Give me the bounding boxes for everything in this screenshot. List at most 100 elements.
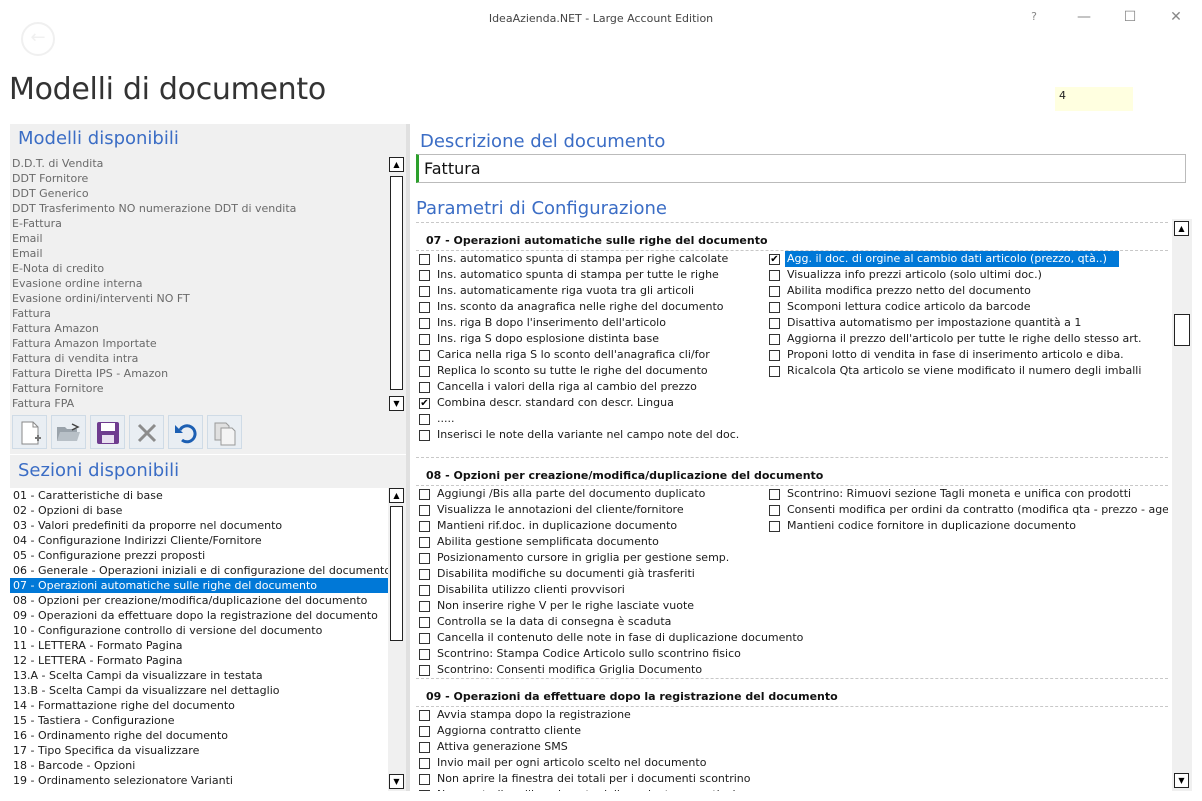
back-button[interactable]: ← xyxy=(21,22,55,56)
section-item[interactable]: 03 - Valori predefiniti da proporre nel … xyxy=(10,518,390,533)
scroll-up-icon[interactable]: ▲ xyxy=(1174,221,1189,236)
model-item[interactable]: Fattura Amazon Importate xyxy=(12,336,388,351)
section-item[interactable]: 09 - Operazioni da effettuare dopo la re… xyxy=(10,608,390,623)
save-button[interactable] xyxy=(90,415,125,449)
checkbox-icon[interactable] xyxy=(419,585,430,596)
checkbox-icon[interactable] xyxy=(419,318,430,329)
option-label[interactable]: Attiva generazione SMS xyxy=(435,739,570,755)
checkbox-checked-icon[interactable]: ✔ xyxy=(419,398,430,409)
models-scrollbar[interactable]: ▲ ▼ xyxy=(388,156,405,412)
checkbox-icon[interactable] xyxy=(419,334,430,345)
model-item[interactable]: Email xyxy=(12,231,388,246)
model-item[interactable]: DDT Fornitore xyxy=(12,171,388,186)
option-label[interactable]: Mantieni codice fornitore in duplicazion… xyxy=(785,518,1078,534)
checkbox-icon[interactable] xyxy=(769,350,780,361)
section-item[interactable]: 01 - Caratteristiche di base xyxy=(10,488,390,503)
section-item[interactable]: 18 - Barcode - Opzioni xyxy=(10,758,390,773)
option-label[interactable]: Non inserire righe V per le righe lascia… xyxy=(435,598,696,614)
option-label[interactable]: Scontrino: Consenti modifica Griglia Doc… xyxy=(435,662,704,678)
checkbox-icon[interactable] xyxy=(769,318,780,329)
model-item[interactable]: Fattura di vendita intra xyxy=(12,351,388,366)
model-item[interactable]: DDT Trasferimento NO numerazione DDT di … xyxy=(12,201,388,216)
model-item[interactable]: Evasione ordine interna xyxy=(12,276,388,291)
option-label[interactable]: Non aprire la finestra dei totali per i … xyxy=(435,771,753,787)
checkbox-icon[interactable] xyxy=(419,649,430,660)
option-label[interactable]: Ins. riga B dopo l'inserimento dell'arti… xyxy=(435,315,668,331)
scroll-thumb[interactable] xyxy=(390,176,403,390)
section-item[interactable]: 15 - Tastiera - Configurazione xyxy=(10,713,390,728)
section-item[interactable]: 05 - Configurazione prezzi proposti xyxy=(10,548,390,563)
section-item[interactable]: 02 - Opzioni di base xyxy=(10,503,390,518)
model-item[interactable]: E-Nota di credito xyxy=(12,261,388,276)
checkbox-icon[interactable] xyxy=(419,430,430,441)
section-item[interactable]: 10 - Configurazione controllo di version… xyxy=(10,623,390,638)
option-label[interactable]: Scomponi lettura codice articolo da barc… xyxy=(785,299,1032,315)
scroll-down-icon[interactable]: ▼ xyxy=(1174,773,1189,788)
model-item[interactable]: E-Fattura xyxy=(12,216,388,231)
help-button[interactable]: ? xyxy=(1019,6,1049,28)
copy-button[interactable] xyxy=(207,415,242,449)
option-label[interactable]: Carica nella riga S lo sconto dell'anagr… xyxy=(435,347,712,363)
section-item[interactable]: 13.B - Scelta Campi da visualizzare nel … xyxy=(10,683,390,698)
checkbox-icon[interactable] xyxy=(419,254,430,265)
section-item[interactable]: 08 - Opzioni per creazione/modifica/dupl… xyxy=(10,593,390,608)
option-label[interactable]: Inserisci le note della variante nel cam… xyxy=(435,427,741,443)
option-label[interactable]: Cancella il contenuto delle note in fase… xyxy=(435,630,805,646)
option-label[interactable]: Non controllare l'inserimento della vari… xyxy=(435,787,744,791)
maximize-button[interactable]: ☐ xyxy=(1115,6,1145,28)
section-item[interactable]: 04 - Configurazione Indirizzi Cliente/Fo… xyxy=(10,533,390,548)
option-label[interactable]: ..... xyxy=(435,411,456,427)
sections-list[interactable]: 01 - Caratteristiche di base 02 - Opzioni… xyxy=(10,488,390,791)
option-label[interactable]: Abilita modifica prezzo netto del docume… xyxy=(785,283,1033,299)
checkbox-icon[interactable] xyxy=(419,382,430,393)
checkbox-icon[interactable] xyxy=(419,366,430,377)
option-label[interactable]: Scontrino: Stampa Codice Articolo sullo … xyxy=(435,646,743,662)
checkbox-icon[interactable] xyxy=(769,302,780,313)
checkbox-icon[interactable] xyxy=(419,489,430,500)
checkbox-icon[interactable] xyxy=(419,710,430,721)
option-label[interactable]: Disabilita utilizzo clienti provvisori xyxy=(435,582,627,598)
option-label[interactable]: Aggiorna contratto cliente xyxy=(435,723,583,739)
checkbox-icon[interactable] xyxy=(769,334,780,345)
model-item[interactable]: Fattura FPA xyxy=(12,396,388,410)
checkbox-icon[interactable] xyxy=(419,350,430,361)
option-label[interactable]: Visualizza le annotazioni del cliente/fo… xyxy=(435,502,686,518)
option-label[interactable]: Cancella i valori della riga al cambio d… xyxy=(435,379,699,395)
checkbox-icon[interactable] xyxy=(419,726,430,737)
section-item[interactable]: 12 - LETTERA - Formato Pagina xyxy=(10,653,390,668)
section-item[interactable]: 13.A - Scelta Campi da visualizzare in t… xyxy=(10,668,390,683)
option-label[interactable]: Consenti modifica per ordini da contratt… xyxy=(785,502,1168,518)
option-label[interactable]: Ricalcola Qta articolo se viene modifica… xyxy=(785,363,1143,379)
option-label[interactable]: Agg. il doc. di orgine al cambio dati ar… xyxy=(785,251,1119,267)
close-button[interactable]: ✕ xyxy=(1161,6,1191,28)
option-label[interactable]: Ins. automatico spunta di stampa per rig… xyxy=(435,251,730,267)
checkbox-icon[interactable] xyxy=(419,774,430,785)
section-item[interactable]: 19 - Ordinamento selezionatore Varianti xyxy=(10,773,390,788)
checkbox-icon[interactable] xyxy=(419,286,430,297)
checkbox-icon[interactable] xyxy=(769,489,780,500)
checkbox-icon[interactable] xyxy=(419,758,430,769)
checkbox-icon[interactable] xyxy=(769,505,780,516)
model-item[interactable]: Fattura xyxy=(12,306,388,321)
checkbox-icon[interactable] xyxy=(419,270,430,281)
model-item[interactable]: Fattura Diretta IPS - Amazon xyxy=(12,366,388,381)
checkbox-icon[interactable] xyxy=(419,742,430,753)
checkbox-icon[interactable] xyxy=(419,537,430,548)
scroll-up-icon[interactable]: ▲ xyxy=(389,157,404,172)
option-label[interactable]: Aggiorna il prezzo dell'articolo per tut… xyxy=(785,331,1144,347)
section-item[interactable]: 06 - Generale - Operazioni iniziali e di… xyxy=(10,563,390,578)
panel-splitter[interactable] xyxy=(406,124,410,791)
scroll-thumb[interactable] xyxy=(390,506,403,641)
option-label[interactable]: Scontrino: Rimuovi sezione Tagli moneta … xyxy=(785,486,1133,502)
checkbox-icon[interactable] xyxy=(419,505,430,516)
checkbox-icon[interactable] xyxy=(419,633,430,644)
description-input[interactable]: Fattura xyxy=(416,154,1186,183)
open-button[interactable] xyxy=(51,415,86,449)
checkbox-icon[interactable] xyxy=(769,366,780,377)
minimize-button[interactable]: — xyxy=(1069,6,1099,28)
checkbox-icon[interactable] xyxy=(769,270,780,281)
counter-field[interactable]: 4 xyxy=(1055,87,1133,111)
option-label[interactable]: Ins. riga S dopo esplosione distinta bas… xyxy=(435,331,661,347)
model-item[interactable]: Fattura Fornitore xyxy=(12,381,388,396)
checkbox-icon[interactable] xyxy=(419,617,430,628)
